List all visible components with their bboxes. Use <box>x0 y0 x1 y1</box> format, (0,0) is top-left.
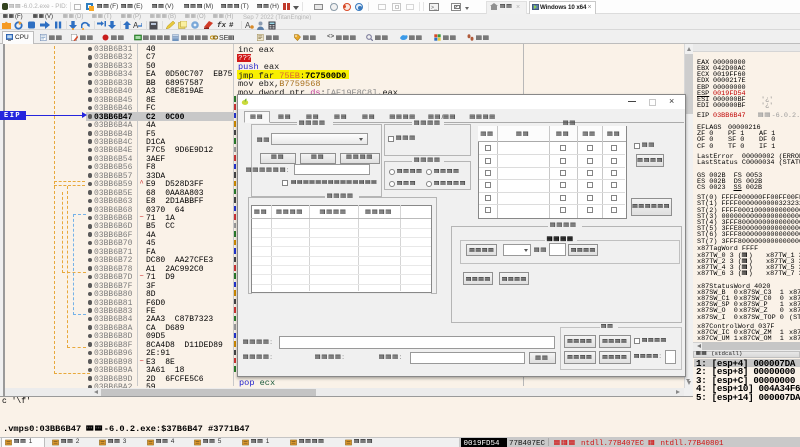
svg-text:A: A <box>245 21 251 29</box>
svg-text:A: A <box>133 21 139 29</box>
